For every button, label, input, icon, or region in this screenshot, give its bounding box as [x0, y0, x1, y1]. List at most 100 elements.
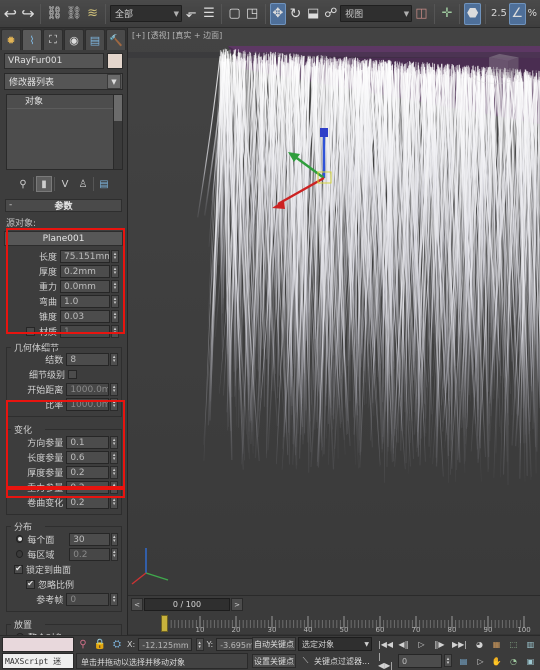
frame-spinner[interactable]: ▴ ▾ — [444, 654, 452, 667]
undo-icon[interactable]: ↩ — [2, 3, 19, 25]
key-filter-dropdown[interactable]: 选定对象 ▼ — [298, 637, 372, 651]
length-var-input[interactable]: 0.6 — [66, 450, 110, 464]
maxscript-listener-output[interactable] — [2, 637, 74, 652]
gravity-var-spinner[interactable]: ▴ ▾ — [110, 480, 118, 494]
maximize-viewport-icon[interactable]: ▣ — [523, 654, 538, 668]
start-distance-input[interactable]: 1000.0mm — [66, 382, 110, 396]
pan-view-icon[interactable]: ✋ — [489, 654, 504, 668]
bend-input[interactable]: 1.0 — [60, 294, 110, 308]
start-distance-spinner[interactable]: ▴ ▾ — [110, 382, 118, 396]
angle-snap-value[interactable]: 2.5 — [490, 8, 508, 19]
length-var-spinner[interactable]: ▴ ▾ — [110, 450, 118, 464]
timeline-next-arrow[interactable]: > — [231, 598, 243, 611]
reference-frame-spinner[interactable]: ▴ ▾ — [110, 592, 118, 606]
per-face-spinner[interactable]: ▴ ▾ — [110, 532, 118, 546]
percent-snap-label[interactable]: % — [527, 8, 539, 19]
viewport-label[interactable]: [+] [透视] [真实 + 边面] — [132, 30, 222, 41]
view-cube-icon[interactable] — [470, 50, 522, 96]
per-face-input[interactable]: 30 — [69, 532, 110, 546]
parameters-rollout-header[interactable]: - 参数 — [5, 199, 122, 212]
bend-spinner[interactable]: ▴ ▾ — [111, 294, 119, 308]
rate-spinner[interactable]: ▴ ▾ — [110, 397, 118, 411]
selection-lock-icon[interactable]: ⛭ — [110, 638, 124, 652]
go-to-end-icon[interactable]: ▶▶| — [452, 637, 467, 651]
current-frame-input[interactable]: 0 — [398, 654, 442, 668]
per-face-radio[interactable] — [16, 535, 24, 543]
window-crossing-icon[interactable]: ◳ — [244, 3, 261, 25]
redo-icon[interactable]: ↪ — [20, 3, 37, 25]
direction-var-spinner[interactable]: ▴ ▾ — [110, 435, 118, 449]
tab-motion[interactable]: ◉ — [64, 29, 84, 50]
select-and-place-icon[interactable]: ☍ — [322, 3, 339, 25]
play-animation-icon[interactable]: ▷ — [414, 637, 429, 651]
object-color-swatch[interactable] — [107, 53, 123, 69]
select-and-rotate-icon[interactable]: ↻ — [287, 3, 304, 25]
angle-snap-toggle-icon[interactable]: ∠ — [508, 2, 526, 25]
pin-icon[interactable]: ⚲ — [76, 638, 90, 652]
thickness-var-input[interactable]: 0.2 — [66, 465, 110, 479]
thickness-var-spinner[interactable]: ▴ ▾ — [110, 465, 118, 479]
direction-var-input[interactable]: 0.1 — [66, 435, 110, 449]
gravity-input[interactable]: 0.0mm — [60, 279, 110, 293]
time-slider[interactable]: 0 / 100 — [144, 598, 230, 611]
unlink-selection-icon[interactable]: ⛓ — [65, 3, 84, 25]
knots-input[interactable]: 8 — [66, 352, 110, 366]
key-filters-button[interactable]: 关键点过滤器... — [314, 654, 372, 668]
ignore-scale-checkbox[interactable]: ✔ — [26, 579, 35, 589]
gravity-spinner[interactable]: ▴ ▾ — [111, 279, 119, 293]
perspective-viewport[interactable]: [+] [透视] [真实 + 边面] — [128, 28, 540, 595]
bind-to-space-warp-icon[interactable]: ≋ — [84, 3, 101, 25]
length-input[interactable]: 75.151mm — [60, 249, 110, 263]
key-filters-panel-icon[interactable]: ▤ — [456, 654, 471, 668]
material-checkbox[interactable] — [26, 326, 35, 336]
lock-icon[interactable]: 🔒 — [93, 638, 107, 652]
select-and-move-icon[interactable]: ✥ — [269, 2, 287, 25]
auto-key-button[interactable]: 自动关键点 — [252, 637, 296, 651]
selection-filter-dropdown[interactable]: 全部 ▼ — [109, 5, 182, 22]
rate-input[interactable]: 1000.0mm — [66, 397, 110, 411]
select-and-link-icon[interactable]: ⛓ — [45, 3, 64, 25]
make-unique-icon[interactable]: V — [57, 176, 73, 192]
maxscript-mini-listener[interactable]: MAXScript 迷 — [2, 653, 74, 669]
modifier-stack[interactable]: 对象 — [6, 94, 123, 170]
level-of-detail-checkbox[interactable] — [68, 369, 77, 379]
configure-modifier-sets-icon[interactable]: ▤ — [96, 176, 112, 192]
tab-create[interactable]: ✹ — [1, 29, 21, 50]
tab-utilities[interactable]: 🔨 — [106, 29, 126, 50]
select-object-icon[interactable]: ⬐ — [183, 3, 200, 25]
modifier-stack-scrollbar[interactable] — [113, 95, 122, 169]
key-mode-toggle-icon[interactable]: ◕ — [472, 637, 487, 651]
material-spinner[interactable]: ▴ ▾ — [111, 324, 119, 338]
source-object-button[interactable]: Plane001 — [4, 231, 123, 246]
modifier-stack-item-object[interactable]: 对象 — [7, 95, 122, 109]
modifier-list-dropdown[interactable]: 修改器列表 ▼ — [4, 73, 123, 90]
select-region-icon[interactable]: ⬚ — [506, 637, 521, 651]
tab-display[interactable]: ▤ — [85, 29, 105, 50]
pin-stack-icon[interactable]: ⚲ — [15, 176, 31, 192]
tab-modify[interactable]: ⌇ — [22, 29, 42, 50]
taper-input[interactable]: 0.03 — [60, 309, 110, 323]
show-end-result-icon[interactable]: ▮ — [36, 176, 52, 192]
curl-var-input[interactable]: 0.2 — [66, 495, 110, 509]
orbit-icon[interactable]: ◔ — [506, 654, 521, 668]
set-key-nav-icon[interactable]: |◀▶| — [378, 652, 393, 670]
mirror-icon[interactable]: ⬣ — [464, 2, 481, 25]
next-frame-icon[interactable]: ‖▶ — [432, 637, 447, 651]
curl-var-spinner[interactable]: ▴ ▾ — [110, 495, 118, 509]
select-by-name-icon[interactable]: ☰ — [201, 3, 218, 25]
per-area-spinner[interactable]: ▴ ▾ — [110, 547, 118, 561]
length-spinner[interactable]: ▴ ▾ — [111, 249, 119, 263]
remove-modifier-icon[interactable]: ♙ — [75, 176, 91, 192]
knots-spinner[interactable]: ▴ ▾ — [110, 352, 118, 366]
lock-to-surface-checkbox[interactable]: ✔ — [14, 564, 23, 574]
tab-hierarchy[interactable]: ⛶ — [43, 29, 63, 50]
viewport-layout-icon[interactable]: ▥ — [523, 637, 538, 651]
rollout-collapse-icon[interactable]: - — [9, 200, 12, 210]
set-key-button[interactable]: 设置关键点 — [252, 654, 296, 668]
select-and-scale-icon[interactable]: ⬓ — [305, 3, 322, 25]
x-spinner[interactable]: ▴ ▾ — [195, 638, 204, 651]
time-configuration-icon[interactable]: ▦ — [489, 637, 504, 651]
taper-spinner[interactable]: ▴ ▾ — [111, 309, 119, 323]
zoom-tool-icon[interactable]: ▷ — [473, 654, 488, 668]
reference-frame-input[interactable]: 0 — [66, 592, 110, 606]
